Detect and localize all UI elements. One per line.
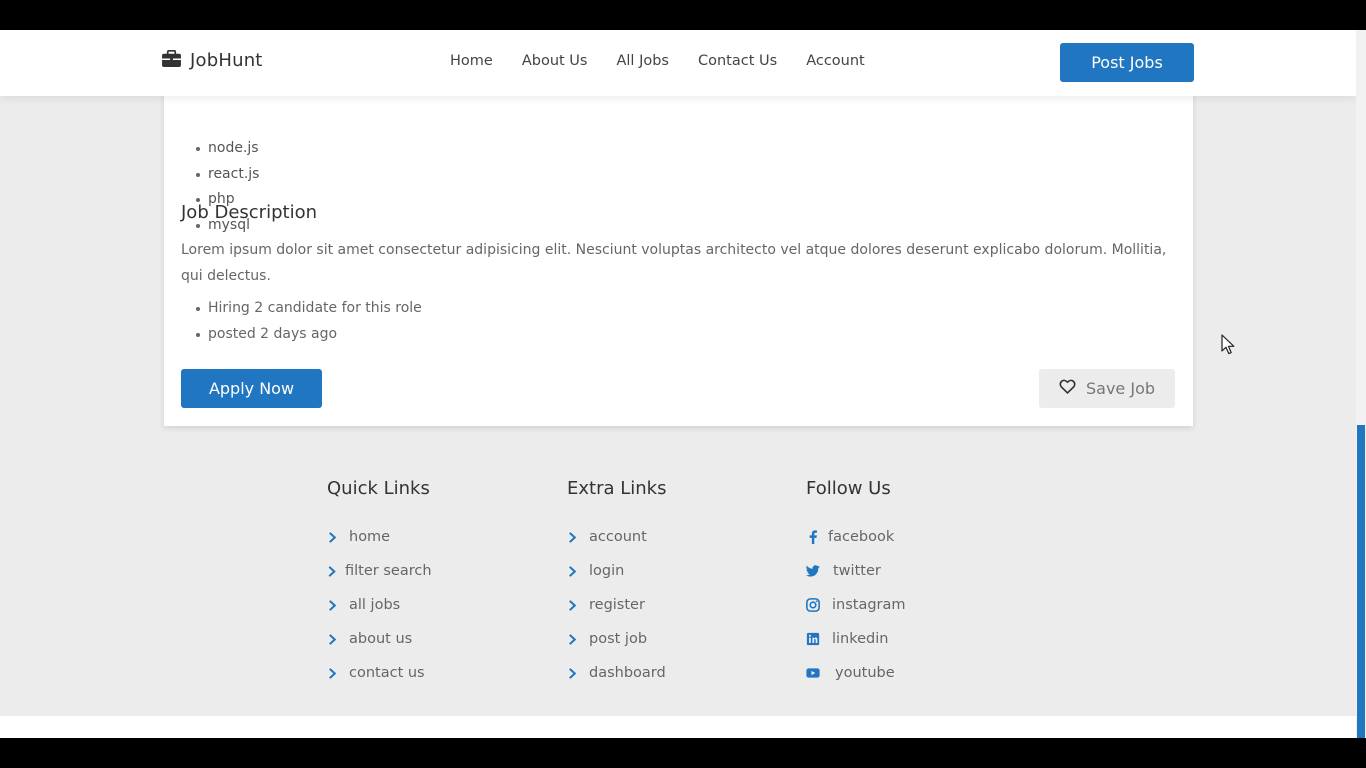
chevron-right-icon xyxy=(567,599,581,611)
posted-date: posted 2 days ago xyxy=(194,322,422,348)
footer-follow-us: Follow Us facebook twitter instagram lin… xyxy=(806,478,906,690)
linkedin-icon xyxy=(806,632,822,646)
logo[interactable]: JobHunt xyxy=(162,49,263,71)
vertical-scrollbar[interactable] xyxy=(1356,30,1366,738)
facebook-icon xyxy=(806,530,820,544)
social-link-label: facebook xyxy=(828,529,895,545)
footer-link[interactable]: register xyxy=(567,588,666,622)
chevron-right-icon xyxy=(567,565,581,577)
main-nav: Home About Us All Jobs Contact Us Accoun… xyxy=(450,53,894,69)
nav-contact-us[interactable]: Contact Us xyxy=(698,53,777,69)
footer-link[interactable]: account xyxy=(567,520,666,554)
quick-links-heading: Quick Links xyxy=(327,478,430,499)
scrollbar-thumb[interactable] xyxy=(1357,425,1365,738)
footer-link[interactable]: dashboard xyxy=(567,656,666,690)
footer-link-label: all jobs xyxy=(349,597,401,613)
chevron-right-icon xyxy=(567,531,581,543)
nav-account[interactable]: Account xyxy=(806,53,865,69)
follow-us-heading: Follow Us xyxy=(806,478,891,499)
social-link-label: twitter xyxy=(833,563,881,579)
footer-link-label: account xyxy=(589,529,647,545)
footer-link-label: contact us xyxy=(349,665,425,681)
navbar: JobHunt Home About Us All Jobs Contact U… xyxy=(0,30,1356,96)
social-link-instagram[interactable]: instagram xyxy=(806,588,906,622)
briefcase-icon xyxy=(162,49,181,71)
chevron-right-icon xyxy=(327,599,341,611)
save-job-label: Save Job xyxy=(1085,379,1156,398)
nav-home[interactable]: Home xyxy=(450,53,493,69)
job-description-text: Lorem ipsum dolor sit amet consectetur a… xyxy=(181,242,1167,284)
footer-link[interactable]: contact us xyxy=(327,656,432,690)
extra-links-heading: Extra Links xyxy=(567,478,667,499)
apply-now-button[interactable]: Apply Now xyxy=(181,369,322,408)
footer-link-label: register xyxy=(589,597,645,613)
instagram-icon xyxy=(806,598,822,612)
social-link-youtube[interactable]: youtube xyxy=(806,656,906,690)
chevron-right-icon xyxy=(327,667,341,679)
social-link-facebook[interactable]: facebook xyxy=(806,520,906,554)
footer-link-label: login xyxy=(589,563,625,579)
skill-item: node.js xyxy=(194,136,259,162)
social-link-label: youtube xyxy=(835,665,895,681)
social-link-label: instagram xyxy=(832,597,906,613)
chevron-right-icon xyxy=(327,565,337,577)
mouse-cursor-icon xyxy=(1221,334,1235,355)
footer-link[interactable]: post job xyxy=(567,622,666,656)
footer-link[interactable]: about us xyxy=(327,622,432,656)
footer-link-label: home xyxy=(349,529,391,545)
job-meta-list: Hiring 2 candidate for this role posted … xyxy=(194,296,422,347)
nav-about-us[interactable]: About Us xyxy=(522,53,588,69)
youtube-icon xyxy=(806,666,823,680)
footer-link-label: filter search xyxy=(345,563,432,579)
chevron-right-icon xyxy=(567,667,581,679)
chevron-right-icon xyxy=(567,633,581,645)
skill-item: react.js xyxy=(194,162,259,188)
footer-link[interactable]: login xyxy=(567,554,666,588)
footer-bottom-strip xyxy=(0,716,1356,738)
footer-link-label: about us xyxy=(349,631,413,647)
social-link-linkedin[interactable]: linkedin xyxy=(806,622,906,656)
chevron-right-icon xyxy=(327,531,341,543)
footer-extra-links: Extra Links account login register post … xyxy=(567,478,666,690)
social-link-label: linkedin xyxy=(832,631,889,647)
post-jobs-button[interactable]: Post Jobs xyxy=(1060,43,1194,82)
footer-quick-links: Quick Links home filter search all jobs … xyxy=(327,478,432,690)
footer-link-label: dashboard xyxy=(589,665,666,681)
hiring-count: Hiring 2 candidate for this role xyxy=(194,296,422,322)
footer-link[interactable]: all jobs xyxy=(327,588,432,622)
social-link-twitter[interactable]: twitter xyxy=(806,554,906,588)
job-detail-card: node.js react.js php mysql Job Descripti… xyxy=(164,80,1193,426)
chevron-right-icon xyxy=(327,633,341,645)
save-job-button[interactable]: Save Job xyxy=(1039,369,1175,408)
twitter-icon xyxy=(806,564,822,578)
brand-name: JobHunt xyxy=(190,50,263,71)
job-description-heading: Job Description xyxy=(181,202,317,223)
footer-link[interactable]: filter search xyxy=(327,554,432,588)
page-viewport: JobHunt Home About Us All Jobs Contact U… xyxy=(0,30,1356,738)
footer-link[interactable]: home xyxy=(327,520,432,554)
heart-icon xyxy=(1059,379,1076,398)
nav-all-jobs[interactable]: All Jobs xyxy=(616,53,669,69)
footer-link-label: post job xyxy=(589,631,648,647)
